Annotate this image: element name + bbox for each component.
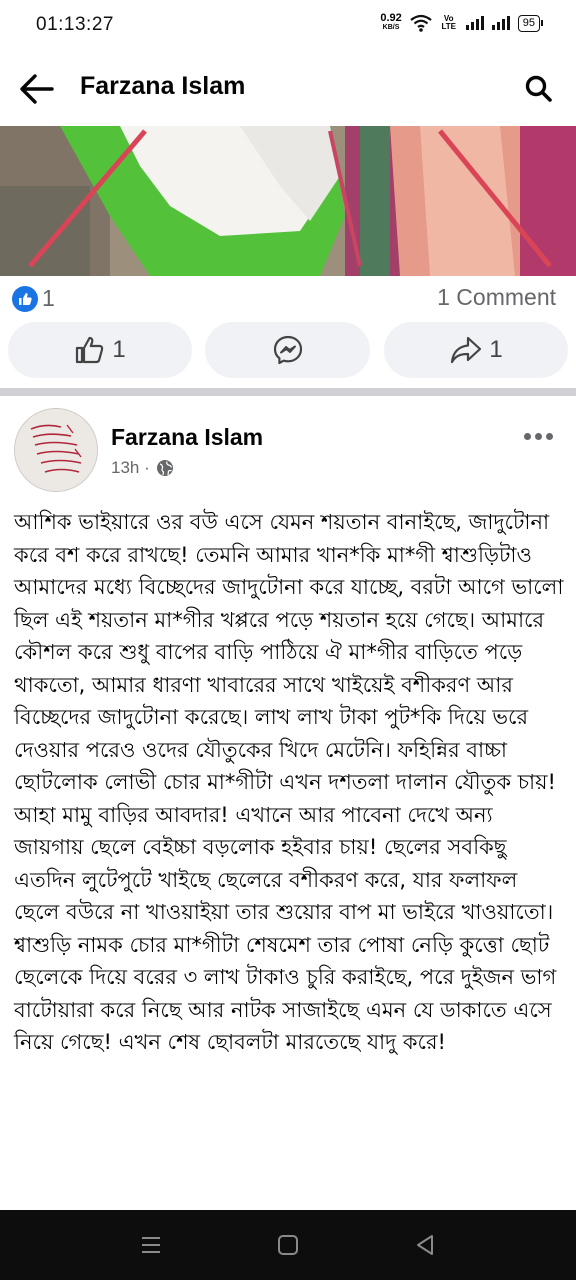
messenger-icon [273, 335, 302, 365]
comment-count[interactable]: 1 Comment [437, 284, 556, 311]
status-bar: 01:13:27 0.92 KB/S Vo LTE 95 [0, 0, 576, 52]
signal-strength-icon-2 [491, 16, 510, 30]
home-button[interactable] [275, 1232, 301, 1258]
post-photo [0, 126, 576, 276]
status-indicators: 0.92 KB/S Vo LTE 95 [380, 12, 544, 32]
messenger-button[interactable] [205, 322, 370, 378]
like-button-count: 1 [112, 336, 126, 363]
post-author[interactable]: Farzana Islam [111, 424, 263, 451]
recent-apps-button[interactable] [138, 1232, 164, 1258]
post-image[interactable] [0, 126, 576, 276]
section-divider [0, 388, 576, 396]
network-speed-value: 0.92 [380, 12, 402, 24]
nav-back-button[interactable] [412, 1232, 438, 1258]
reactions-summary: 1 1 Comment [0, 278, 576, 318]
menu-lines-icon [142, 1237, 160, 1253]
volte-indicator: Vo LTE [441, 14, 456, 31]
post-actions: 1 1 [0, 322, 576, 380]
globe-icon [156, 460, 173, 476]
thumbs-up-icon [12, 285, 38, 312]
search-icon [525, 75, 552, 102]
battery-indicator: 95 [517, 14, 544, 32]
more-dots-icon [524, 432, 531, 440]
post-time: 13h · [111, 458, 150, 477]
post-text: আশিক ভাইয়ারে ওর বউ এসে যেমন শয়তান বানা… [14, 510, 564, 1054]
share-button[interactable]: 1 [384, 322, 568, 378]
system-navigation-bar [0, 1210, 576, 1280]
avatar[interactable] [14, 408, 98, 492]
reaction-count[interactable]: 1 [12, 285, 55, 312]
network-speed: 0.92 KB/S [380, 12, 402, 32]
network-speed-unit: KB/S [382, 24, 400, 31]
back-triangle-icon [417, 1235, 433, 1255]
post-card: Farzana Islam 13h · আশিক ভাইয়ারে ওর বউ … [0, 396, 576, 1210]
share-count: 1 [489, 336, 503, 363]
share-arrow-icon [451, 336, 482, 364]
signal-strength-icon [465, 16, 484, 30]
wifi-icon [410, 14, 432, 32]
page-title: Farzana Islam [80, 72, 246, 100]
more-options-button[interactable] [524, 426, 558, 446]
search-button[interactable] [524, 74, 554, 104]
post-meta: 13h · [111, 458, 174, 478]
like-count: 1 [42, 285, 55, 311]
thumbs-up-outline-icon [76, 336, 104, 364]
app-bar: Farzana Islam [0, 52, 576, 126]
avatar-image [15, 409, 97, 491]
arrow-left-icon [20, 74, 54, 104]
like-button[interactable]: 1 [8, 322, 192, 378]
status-time: 01:13:27 [36, 14, 114, 35]
home-square-icon [278, 1235, 298, 1255]
back-button[interactable] [18, 72, 56, 106]
